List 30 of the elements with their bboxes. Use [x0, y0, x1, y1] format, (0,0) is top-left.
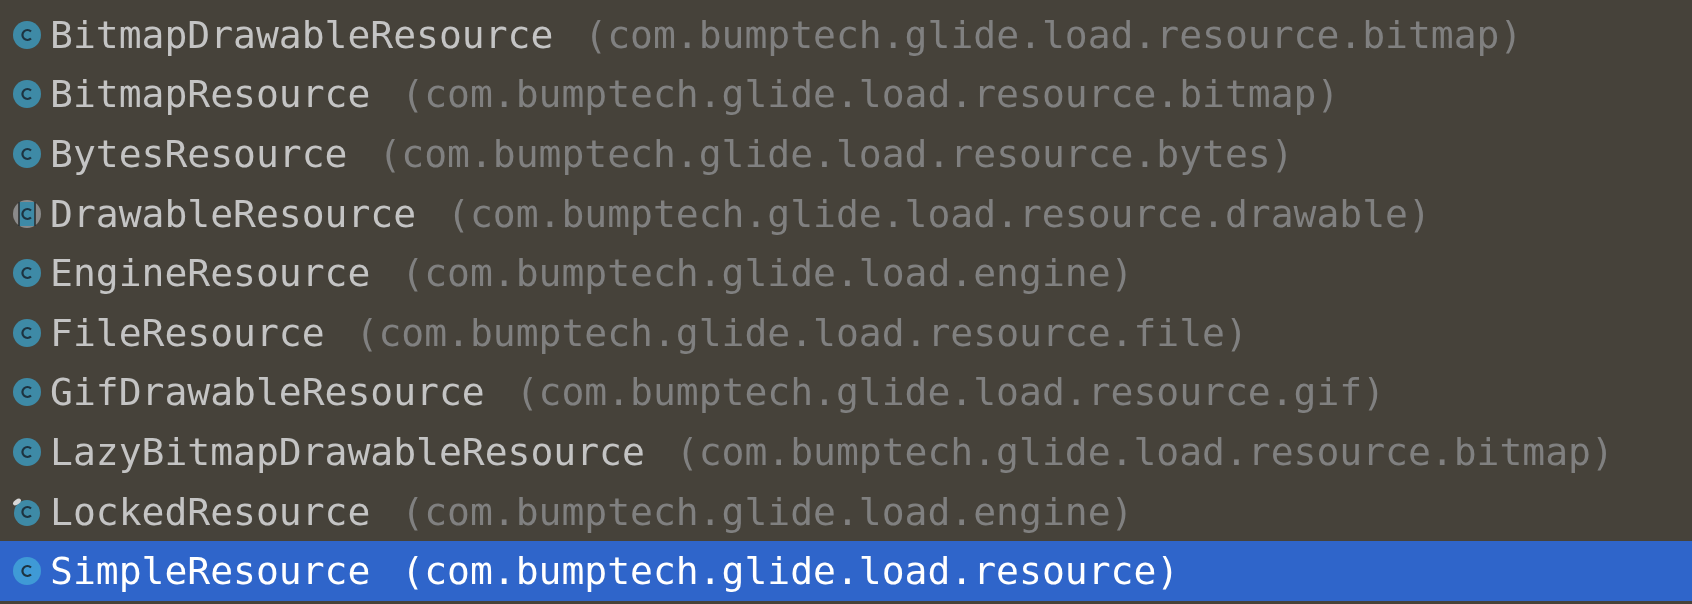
- class-list-item[interactable]: FileResource (com.bumptech.glide.load.resource.file): [0, 302, 1692, 363]
- class-name: EngineResource: [50, 251, 371, 296]
- class-list-item[interactable]: BitmapDrawableResource (com.bumptech.glide.load.resource.bitmap): [0, 5, 1692, 65]
- package-name: (com.bumptech.glide.load.resource.bitmap): [675, 429, 1614, 474]
- class-list-item[interactable]: GifDrawableResource (com.bumptech.glide.load.resource.gif): [0, 362, 1692, 423]
- package-name: (com.bumptech.glide.load.engine): [401, 251, 1134, 296]
- class-name: BytesResource: [50, 132, 348, 176]
- class-name: GifDrawableResource: [50, 370, 485, 415]
- class-list-item[interactable]: LockedResource (com.bumptech.glide.load.engine): [0, 481, 1692, 542]
- class-list-item[interactable]: EngineResource (com.bumptech.glide.load.engine): [0, 243, 1692, 303]
- package-name: (com.bumptech.glide.load.resource.bytes): [378, 132, 1294, 176]
- class-name: BitmapResource: [50, 72, 371, 117]
- package-name: (com.bumptech.glide.load.resource): [401, 549, 1180, 594]
- package-name: (com.bumptech.glide.load.resource.bitmap): [584, 12, 1523, 57]
- package-name: (com.bumptech.glide.load.resource.drawable): [447, 191, 1431, 236]
- package-name: (com.bumptech.glide.load.engine): [401, 489, 1134, 534]
- class-list-item[interactable]: SimpleResource (com.bumptech.glide.load.resource): [0, 541, 1692, 601]
- class-list-item[interactable]: BitmapResource (com.bumptech.glide.load.resource.bitmap): [0, 64, 1692, 125]
- class-name: SimpleResource: [50, 549, 371, 594]
- class-list-item[interactable]: BytesResource (com.bumptech.glide.load.resource.bytes): [0, 124, 1692, 184]
- class-name: FileResource: [50, 310, 325, 355]
- class-list-item[interactable]: DrawableResource (com.bumptech.glide.load.resource.drawable): [0, 183, 1692, 244]
- class-name: LockedResource: [50, 489, 371, 534]
- class-name: DrawableResource: [50, 191, 417, 236]
- class-list-item[interactable]: LazyBitmapDrawableResource (com.bumptech.glide.load.resource.bitmap): [0, 422, 1692, 482]
- package-name: (com.bumptech.glide.load.resource.gif): [515, 370, 1386, 415]
- package-name: (com.bumptech.glide.load.resource.file): [355, 310, 1248, 355]
- class-name: BitmapDrawableResource: [50, 12, 554, 57]
- package-name: (com.bumptech.glide.load.resource.bitmap): [401, 72, 1340, 117]
- class-name: LazyBitmapDrawableResource: [50, 429, 645, 474]
